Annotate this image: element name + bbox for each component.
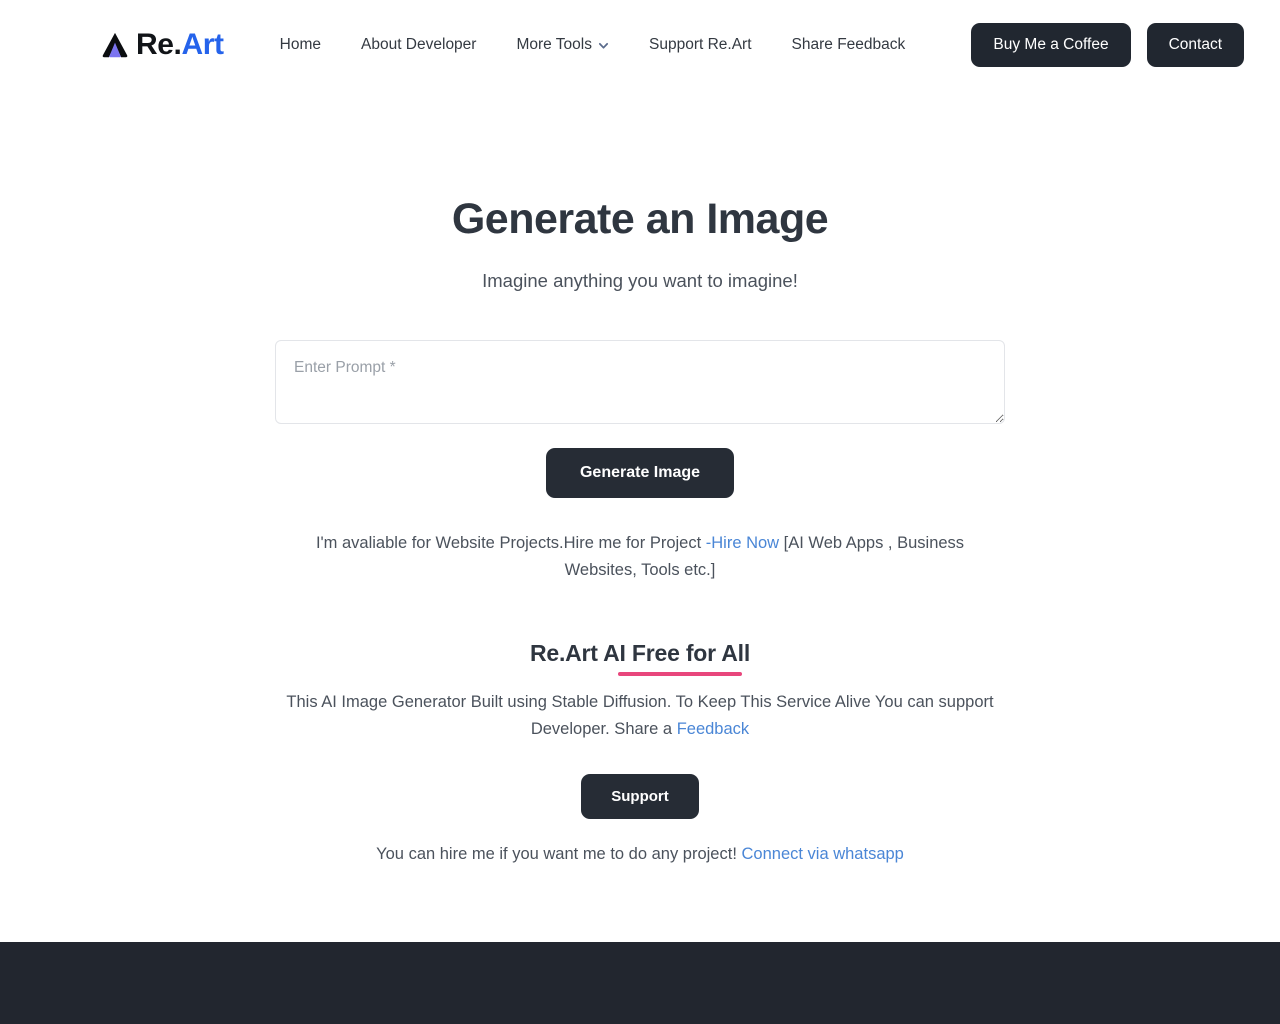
hire2-text-before: You can hire me if you want me to do any…: [376, 845, 742, 864]
nav-item-home[interactable]: Home: [260, 28, 341, 62]
main-content: Generate an Image Imagine anything you w…: [0, 90, 1280, 868]
nav-item-label: Home: [279, 36, 321, 53]
free-desc-text: This AI Image Generator Built using Stab…: [286, 692, 994, 738]
primary-nav: Home About Developer More Tools Support …: [256, 28, 972, 62]
hire-text-before: I'm avaliable for Website Projects.Hire …: [315, 534, 706, 553]
nav-item-label: Support Re.Art: [649, 36, 752, 53]
title-underline-accent: [617, 671, 742, 676]
free-for-all-section: Re.Art AI Free for All This AI Image Gen…: [0, 640, 1280, 868]
site-header: Re.Art Home About Developer More Tools S…: [0, 0, 1280, 90]
prompt-input[interactable]: [275, 340, 1005, 425]
page-title: Generate an Image: [451, 195, 829, 243]
page-subtitle: Imagine anything you want to imagine!: [482, 270, 798, 292]
contact-button[interactable]: Contact: [1146, 23, 1244, 67]
nav-item-label: Share Feedback: [791, 36, 906, 53]
hire-whatsapp-text: You can hire me if you want me to do any…: [0, 841, 1280, 867]
feedback-link[interactable]: Feedback: [677, 720, 749, 738]
nav-item-support-reart[interactable]: Support Re.Art: [629, 28, 772, 62]
nav-item-about-developer[interactable]: About Developer: [341, 28, 496, 62]
brand-name-blue: Art: [181, 28, 225, 61]
generate-image-button[interactable]: Generate Image: [545, 448, 735, 499]
nav-item-share-feedback[interactable]: Share Feedback: [772, 28, 926, 62]
brand-wordmark: Re.Art: [136, 30, 224, 60]
brand-name-dark: Re.: [136, 28, 182, 61]
free-section-description: This AI Image Generator Built using Stab…: [275, 689, 1005, 742]
header-actions: Buy Me a Coffee Contact: [971, 23, 1244, 67]
triangle-logo-icon: [102, 32, 128, 58]
hire-now-link[interactable]: -Hire Now: [706, 534, 779, 552]
free-section-title-text: Re.Art AI Free for All: [529, 639, 751, 666]
free-section-title: Re.Art AI Free for All: [529, 639, 751, 676]
nav-item-label: About Developer: [361, 36, 477, 53]
connect-via-whatsapp-link[interactable]: Connect via whatsapp: [742, 845, 904, 863]
chevron-down-icon: [598, 42, 609, 49]
nav-item-label: More Tools: [516, 36, 592, 53]
nav-item-more-tools[interactable]: More Tools: [496, 28, 629, 62]
buy-me-a-coffee-button[interactable]: Buy Me a Coffee: [971, 23, 1131, 67]
site-footer: [0, 942, 1280, 1024]
brand-logo-link[interactable]: Re.Art: [100, 30, 224, 60]
hire-availability-text: I'm avaliable for Website Projects.Hire …: [300, 530, 980, 583]
support-button[interactable]: Support: [581, 774, 699, 820]
prompt-area: [275, 340, 1005, 425]
